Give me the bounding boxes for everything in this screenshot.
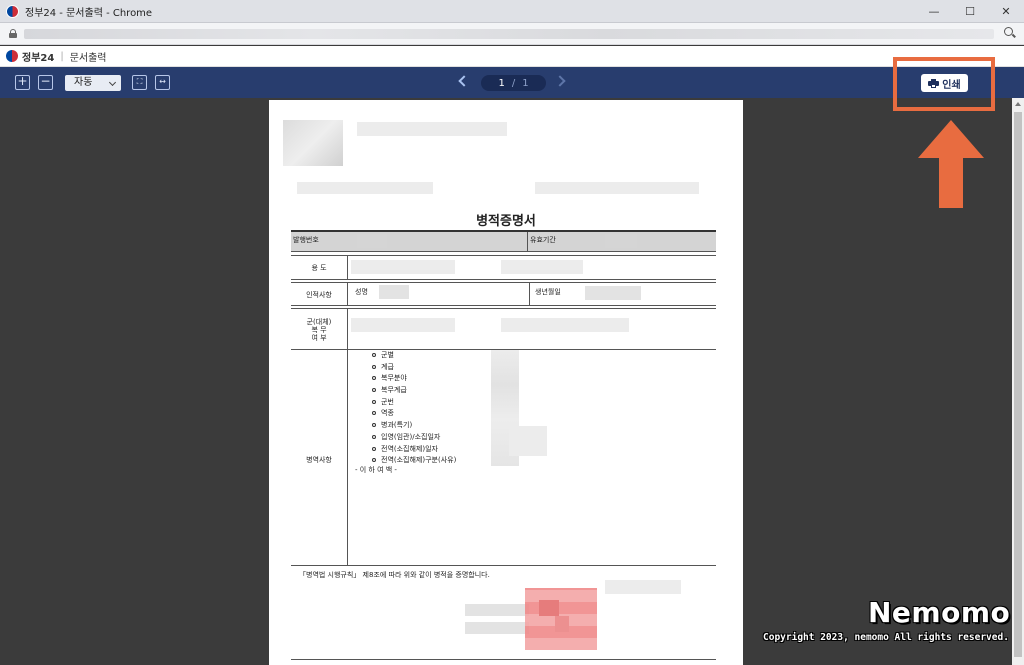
certification-text: 「병역법 시행규칙」 제8조에 따라 위와 같이 병적을 증명합니다. <box>299 571 490 579</box>
table-rule <box>291 255 716 256</box>
watermark-title: Nemomo <box>868 596 1011 629</box>
table-divider <box>347 349 348 565</box>
military-status-label-3: 여 부 <box>311 334 327 342</box>
issue-number-label: 발행번호 <box>293 236 319 244</box>
redacted-issuer <box>465 622 529 634</box>
zoom-mode-value: 자동 <box>74 77 93 88</box>
table-header-row <box>291 232 716 251</box>
site-header: 정부24 | 문서출력 <box>0 46 1024 67</box>
birth-date-label: 생년월일 <box>535 288 561 296</box>
page-section-title: 문서출력 <box>69 52 107 64</box>
list-item: 역종 <box>372 408 456 420</box>
title-bar: 정부24 - 문서출력 - Chrome — ☐ ✕ <box>0 0 1024 23</box>
official-seal-stamp <box>525 588 597 650</box>
redacted-value <box>501 260 583 274</box>
browser-window: 정부24 - 문서출력 - Chrome — ☐ ✕ 정부24 | 문서출력 +… <box>0 0 1024 665</box>
list-item: 군별 <box>372 350 456 362</box>
name-label: 성명 <box>355 288 368 296</box>
redacted-service-values <box>509 426 547 456</box>
total-pages: 1 <box>522 77 529 89</box>
scroll-up-icon[interactable] <box>1015 102 1021 106</box>
redacted-header-text <box>357 122 507 136</box>
window-title: 정부24 - 문서출력 - Chrome <box>25 7 153 19</box>
table-divider <box>529 282 530 305</box>
redacted-date <box>605 580 681 594</box>
purpose-label: 용 도 <box>311 264 327 272</box>
page-separator: / <box>511 77 516 89</box>
vertical-scrollbar[interactable] <box>1012 98 1024 665</box>
redacted-value <box>585 286 641 300</box>
watermark-copyright: Copyright 2023, nemomo All rights reserv… <box>763 632 1009 643</box>
table-rule <box>291 279 716 280</box>
fit-page-icon[interactable]: ⛶ <box>132 75 147 90</box>
zoom-mode-select[interactable]: 자동 <box>65 75 121 91</box>
document-title: 병적증명서 <box>476 214 536 229</box>
taegeuk-app-icon <box>6 4 19 18</box>
redacted-issuer <box>465 604 529 616</box>
end-of-content-mark: - 이 하 여 백 - <box>355 466 397 474</box>
table-rule <box>291 251 716 252</box>
list-item: 전역(소집해제)일자 <box>372 444 456 456</box>
table-rule <box>291 305 716 306</box>
list-item: 입영(임관)/소집일자 <box>372 432 456 444</box>
table-divider <box>347 255 348 279</box>
scrollbar-thumb[interactable] <box>1014 112 1022 657</box>
print-highlight-box <box>893 57 995 111</box>
next-page-button[interactable] <box>554 75 566 87</box>
service-section-label: 병역사항 <box>306 456 332 464</box>
address-bar[interactable] <box>0 23 1024 45</box>
table-rule <box>291 282 716 283</box>
list-item: 복무계급 <box>372 385 456 397</box>
list-item: 복무분야 <box>372 373 456 385</box>
close-button[interactable]: ✕ <box>988 0 1024 23</box>
current-page[interactable]: 1 <box>498 78 504 89</box>
site-brand: 정부24 <box>22 52 55 64</box>
redacted-value <box>501 318 629 332</box>
table-divider <box>527 232 528 251</box>
window-controls: — ☐ ✕ <box>916 0 1024 23</box>
redacted-header-text <box>297 182 433 194</box>
redacted-value <box>357 234 387 248</box>
redacted-header-text <box>535 182 699 194</box>
fit-width-icon[interactable]: ↔ <box>155 75 170 90</box>
table-rule <box>291 659 716 660</box>
zoom-in-button[interactable]: + <box>15 75 30 90</box>
valid-period-label: 유효기간 <box>530 236 556 244</box>
redacted-value <box>605 234 637 248</box>
list-item: 군번 <box>372 397 456 409</box>
up-arrow-icon <box>918 120 984 208</box>
table-rule <box>291 565 716 566</box>
breadcrumb-separator: | <box>60 50 64 62</box>
personal-info-label: 인적사항 <box>306 291 332 299</box>
chevron-down-icon <box>108 78 117 87</box>
page-indicator[interactable]: 1 / 1 <box>481 75 546 91</box>
lock-icon[interactable] <box>9 29 17 38</box>
table-divider <box>347 282 348 305</box>
redacted-value <box>379 285 409 299</box>
document-page: 병적증명서 발행번호 유효기간 용 도 인적사항 성명 생년월일 군(대체) 복… <box>269 100 743 665</box>
redacted-value <box>351 318 455 332</box>
search-icon[interactable] <box>1004 27 1016 39</box>
minimize-button[interactable]: — <box>916 0 952 23</box>
service-items-list: 군별 계급 복무분야 복무계급 군번 역종 병과(특기) 입영(임관)/소집일자… <box>372 350 456 467</box>
prev-page-button[interactable] <box>458 75 470 87</box>
gov24-logo-icon <box>6 50 18 62</box>
maximize-button[interactable]: ☐ <box>952 0 988 23</box>
list-item: 병과(특기) <box>372 420 456 432</box>
url-field-redacted[interactable] <box>24 29 994 39</box>
redacted-logo <box>283 120 343 166</box>
redacted-value <box>351 260 455 274</box>
viewer-toolbar: + − 자동 ⛶ ↔ 1 / 1 인쇄 <box>0 67 1024 98</box>
table-divider <box>347 308 348 349</box>
list-item: 계급 <box>372 362 456 374</box>
zoom-out-button[interactable]: − <box>38 75 53 90</box>
table-rule <box>291 308 716 309</box>
